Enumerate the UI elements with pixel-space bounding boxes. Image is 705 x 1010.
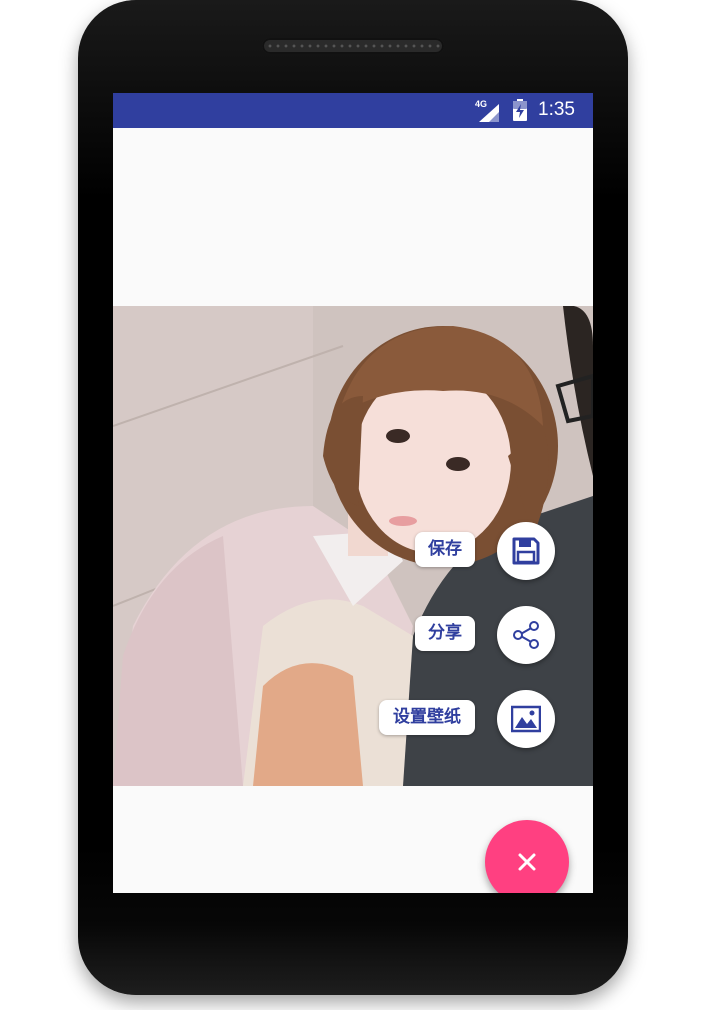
save-button[interactable] xyxy=(497,522,555,580)
phone-chin xyxy=(78,925,628,995)
share-button[interactable] xyxy=(497,606,555,664)
close-fab-button[interactable] xyxy=(485,820,569,893)
save-icon xyxy=(512,537,540,565)
image-icon xyxy=(511,705,541,733)
wallpaper-label[interactable]: 设置壁纸 xyxy=(379,700,475,735)
network-indicator: 4G xyxy=(475,99,503,123)
save-label[interactable]: 保存 xyxy=(415,532,475,567)
status-clock: 1:35 xyxy=(538,99,575,120)
battery-charging-icon xyxy=(513,99,527,121)
share-icon xyxy=(513,621,539,649)
phone-speaker xyxy=(262,38,444,54)
device-screen: 4G 1:35 保存 分享 设置壁纸 xyxy=(113,93,593,893)
status-bar: 4G 1:35 xyxy=(113,93,593,128)
content-area: 保存 分享 设置壁纸 xyxy=(113,128,593,893)
set-wallpaper-button[interactable] xyxy=(497,690,555,748)
close-icon xyxy=(518,853,536,871)
share-label[interactable]: 分享 xyxy=(415,616,475,651)
signal-icon xyxy=(479,104,499,122)
